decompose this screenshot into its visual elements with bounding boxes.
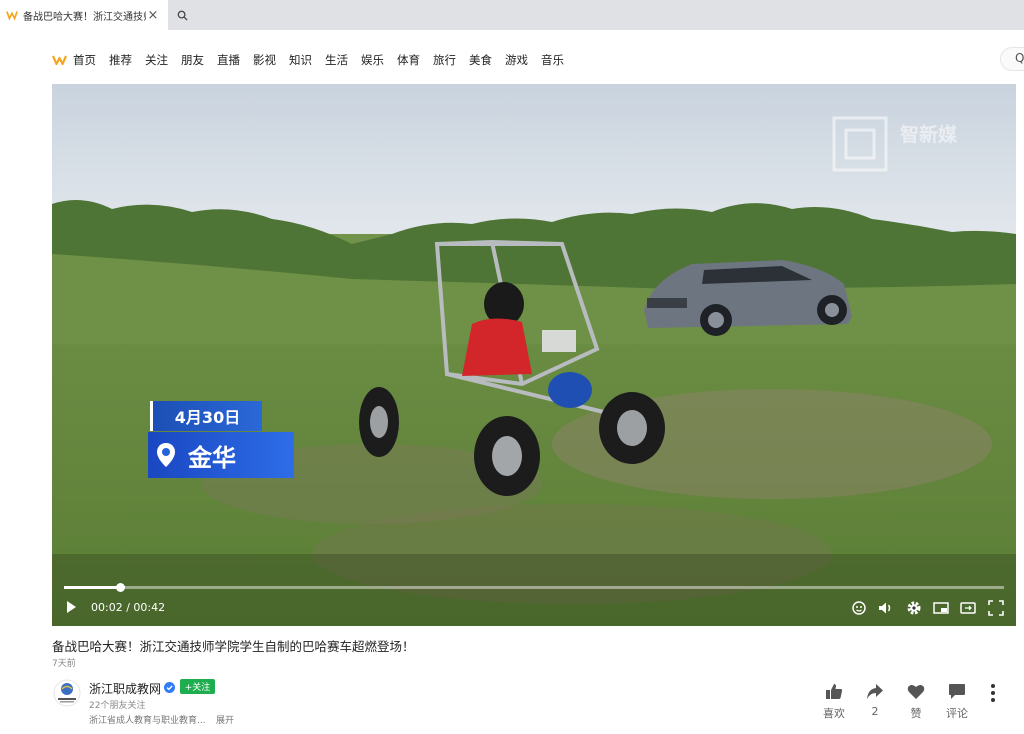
watermark-logo-icon	[832, 116, 888, 172]
picture-in-picture-icon[interactable]	[932, 599, 950, 617]
expand-link[interactable]: 展开	[216, 713, 234, 726]
comment-button[interactable]: 评论	[937, 683, 977, 721]
channel-description: 浙江省成人教育与职业教育...	[89, 716, 206, 726]
more-options-icon[interactable]	[986, 683, 1000, 703]
heart-icon	[907, 684, 925, 699]
news-watermark: 智新媒	[830, 114, 970, 174]
follow-button[interactable]: +关注	[180, 679, 215, 694]
nav-item-recommend[interactable]: 推荐	[109, 52, 132, 68]
nav-item-games[interactable]: 游戏	[505, 52, 528, 68]
nav-item-film[interactable]: 影视	[253, 52, 276, 68]
nav-item-entertainment[interactable]: 娱乐	[361, 52, 384, 68]
like-label: 喜欢	[823, 707, 845, 720]
top-nav: 首页 推荐 关注 朋友 直播 影视 知识 生活 娱乐 体育 旅行 美食 游戏 音…	[52, 50, 577, 70]
comment-label: 评论	[946, 707, 968, 720]
autoplay-icon[interactable]	[850, 599, 868, 617]
share-button[interactable]: 2	[855, 683, 895, 718]
browser-tab[interactable]: 备战巴哈大赛！浙江交通技师 ×	[0, 0, 168, 30]
tab-close-icon[interactable]: ×	[146, 8, 160, 23]
like-button[interactable]: 喜欢	[814, 683, 854, 721]
nav-item-life[interactable]: 生活	[325, 52, 348, 68]
search-input[interactable]: Q	[1000, 47, 1024, 71]
site-logo-icon	[6, 11, 18, 21]
fullscreen-icon[interactable]	[987, 599, 1005, 617]
upvote-button[interactable]: 赞	[896, 683, 936, 721]
nav-item-travel[interactable]: 旅行	[433, 52, 456, 68]
share-arrow-icon	[867, 684, 883, 699]
progress-bar[interactable]	[64, 583, 1004, 592]
location-text: 金华	[188, 443, 236, 472]
settings-gear-icon[interactable]	[905, 599, 923, 617]
theater-mode-icon[interactable]	[959, 599, 977, 617]
date-caption: 4月30日	[150, 401, 262, 431]
progress-fill	[64, 586, 121, 589]
thumbs-up-icon	[826, 684, 843, 699]
browser-tab-bar: 备战巴哈大赛！浙江交通技师 ×	[0, 0, 1024, 30]
friends-following-count: 22个朋友关注	[89, 701, 146, 711]
time-display: 00:02 / 00:42	[91, 601, 166, 614]
upvote-label: 赞	[910, 707, 922, 720]
verified-badge-icon	[164, 682, 175, 693]
watermark-text: 智新媒	[900, 124, 958, 146]
location-pin-icon	[157, 443, 175, 467]
nav-item-music[interactable]: 音乐	[541, 52, 564, 68]
video-title: 备战巴哈大赛！浙江交通技师学院学生自制的巴哈赛车超燃登场！	[52, 639, 415, 654]
play-icon[interactable]	[66, 601, 77, 613]
nav-item-food[interactable]: 美食	[469, 52, 492, 68]
nav-item-knowledge[interactable]: 知识	[289, 52, 312, 68]
tab-search-icon[interactable]	[170, 4, 194, 26]
comment-bubble-icon	[949, 684, 965, 699]
channel-name[interactable]: 浙江职成教网	[89, 680, 161, 697]
video-player[interactable]: 智新媒 4月30日 金华 00:02 / 00:42	[52, 84, 1016, 626]
nav-item-following[interactable]: 关注	[145, 52, 168, 68]
player-controls: 00:02 / 00:42	[52, 596, 1016, 620]
brand-logo-icon[interactable]	[52, 54, 67, 66]
location-caption: 金华	[148, 432, 294, 478]
nav-item-sports[interactable]: 体育	[397, 52, 420, 68]
search-icon: Q	[1015, 51, 1024, 65]
volume-icon[interactable]	[877, 599, 895, 617]
post-time: 7天前	[52, 659, 76, 669]
nav-item-live[interactable]: 直播	[217, 52, 240, 68]
tab-title: 备战巴哈大赛！浙江交通技师	[23, 11, 146, 23]
channel-avatar[interactable]	[53, 679, 81, 707]
nav-item-friends[interactable]: 朋友	[181, 52, 204, 68]
nav-item-home[interactable]: 首页	[73, 52, 96, 68]
share-count: 2	[871, 705, 879, 718]
